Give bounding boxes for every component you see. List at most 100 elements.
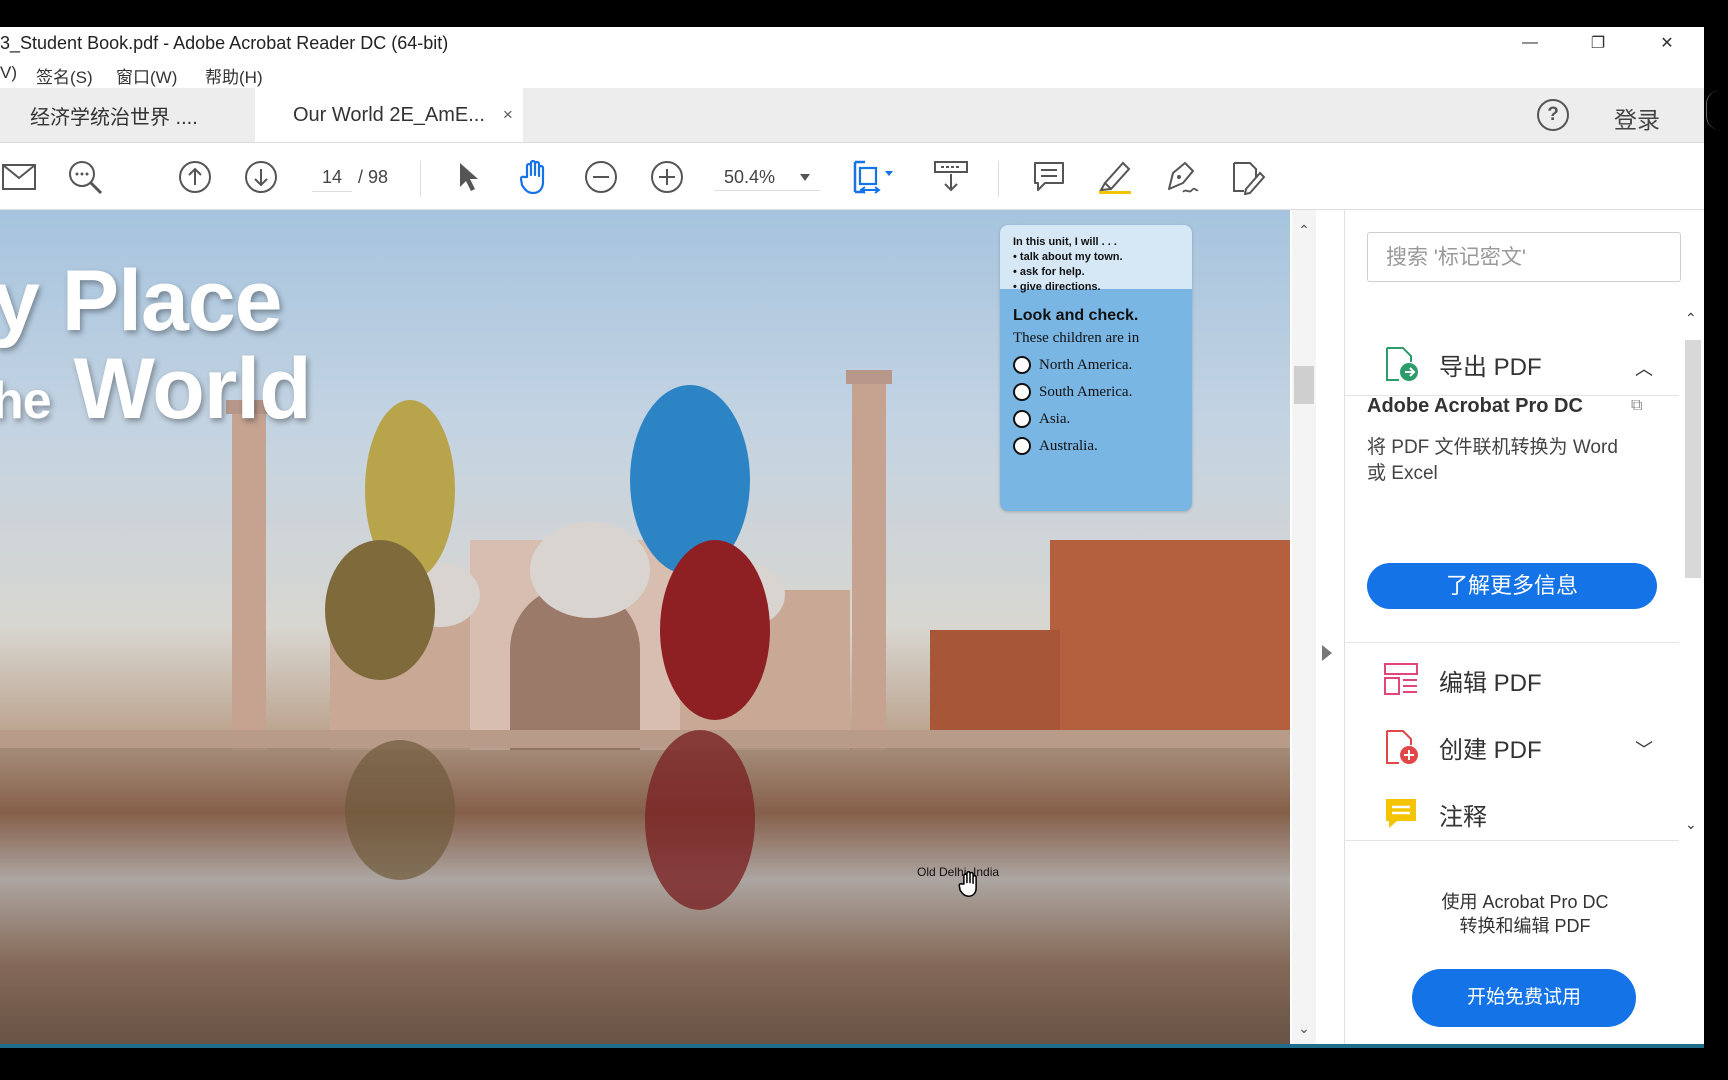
- tool-label: 创建 PDF: [1439, 736, 1542, 764]
- zoom-in-icon[interactable]: [648, 159, 686, 195]
- unit-intro: In this unit, I will . . .: [1013, 236, 1117, 248]
- pane-scrollbar[interactable]: ⌃: [1679, 310, 1704, 760]
- fill-sign-icon[interactable]: [1228, 159, 1266, 195]
- collapse-pane-icon[interactable]: [1322, 645, 1332, 661]
- fit-page-icon[interactable]: [850, 159, 900, 195]
- zoom-dropdown[interactable]: 50.4%: [714, 163, 820, 191]
- option-south-america[interactable]: South America.: [1013, 383, 1192, 401]
- tab-label: Our World 2E_AmE...: [293, 103, 485, 126]
- close-window-button[interactable]: ✕: [1637, 27, 1697, 59]
- draw-icon[interactable]: [1162, 159, 1200, 195]
- desktop-edge: [1704, 0, 1728, 1080]
- document-scrollbar[interactable]: ⌃ ⌄: [1292, 210, 1316, 1047]
- tool-export-pdf[interactable]: 导出 PDF ︿: [1345, 333, 1679, 396]
- edit-pdf-icon: [1383, 662, 1419, 698]
- hand-cursor-icon: [957, 870, 983, 905]
- scroll-thumb[interactable]: [1294, 366, 1314, 404]
- next-page-icon[interactable]: [242, 159, 280, 195]
- promo-description: 将 PDF 文件联机转换为 Word 或 Excel: [1367, 437, 1618, 484]
- unit-goals-box: In this unit, I will . . . • talk about …: [1000, 225, 1192, 511]
- comment-icon[interactable]: [1030, 159, 1068, 195]
- heading-big-word: World: [73, 341, 312, 437]
- scroll-up-icon[interactable]: ⌃: [1296, 222, 1312, 238]
- unit-goal: • ask for help.: [1013, 266, 1085, 278]
- create-pdf-icon: [1383, 729, 1419, 765]
- heading-small-word: he: [0, 372, 52, 430]
- unit-goal: • give directions.: [1013, 281, 1101, 293]
- minimize-button[interactable]: —: [1500, 27, 1560, 59]
- page-total: / 98: [358, 167, 389, 187]
- menu-sign[interactable]: 签名(S): [36, 63, 93, 88]
- look-prompt: These children are in: [1013, 330, 1140, 346]
- tool-create-pdf[interactable]: 创建 PDF ﹀: [1345, 716, 1679, 778]
- tool-edit-pdf[interactable]: 编辑 PDF: [1345, 649, 1679, 711]
- tab-label: 经济学统治世界 ....: [30, 106, 198, 129]
- acrobat-pro-note: 使用 Acrobat Pro DC 转换和编辑 PDF: [1345, 890, 1704, 938]
- find-icon[interactable]: [66, 159, 104, 195]
- note-line2: 转换和编辑 PDF: [1459, 916, 1591, 936]
- tab-close-icon[interactable]: ×: [503, 105, 513, 125]
- pane-scroll-thumb[interactable]: [1685, 340, 1701, 578]
- learn-more-button[interactable]: 了解更多信息: [1367, 563, 1657, 609]
- zoom-out-icon[interactable]: [582, 159, 620, 195]
- page-heading-line2: he World: [0, 340, 312, 439]
- promo-title: Adobe Acrobat Pro DC: [1367, 395, 1583, 417]
- tool-label: 注释: [1439, 803, 1487, 831]
- document-viewer[interactable]: y Place he World In this unit, I will . …: [0, 210, 1290, 1047]
- restore-button[interactable]: ❐: [1568, 27, 1628, 59]
- option-north-america[interactable]: North America.: [1013, 356, 1192, 374]
- option-asia[interactable]: Asia.: [1013, 410, 1192, 428]
- chevron-up-icon[interactable]: ︿: [1635, 355, 1653, 381]
- window-title: 3_Student Book.pdf - Adobe Acrobat Reade…: [0, 33, 449, 53]
- menu-bar: V) 签名(S) 窗口(W) 帮助(H): [0, 59, 1704, 87]
- zoom-value: 50.4%: [724, 167, 776, 187]
- chevron-down-icon: [800, 174, 810, 181]
- previous-page-icon[interactable]: [176, 159, 214, 195]
- taskbar-edge: [0, 1044, 1704, 1048]
- select-pointer-icon[interactable]: [450, 159, 488, 195]
- tab-economics[interactable]: 经济学统治世界 ....: [0, 88, 255, 142]
- unit-goal: • talk about my town.: [1013, 251, 1123, 263]
- menu-help[interactable]: 帮助(H): [205, 63, 263, 88]
- tool-comment[interactable]: 注释: [1345, 783, 1679, 845]
- scroll-mode-icon[interactable]: [932, 159, 970, 195]
- login-link[interactable]: 登录: [1614, 101, 1660, 135]
- free-trial-button[interactable]: 开始免费试用: [1412, 969, 1636, 1027]
- toolbar: 14 / 98 50.4%: [0, 143, 1704, 210]
- pane-divider: [1345, 840, 1679, 841]
- toolbar-divider: [420, 161, 421, 197]
- menu-window[interactable]: 窗口(W): [116, 63, 177, 88]
- note-line1: 使用 Acrobat Pro DC: [1441, 892, 1609, 912]
- pane-scroll-down-icon[interactable]: ⌄: [1685, 816, 1697, 833]
- title-bar: 3_Student Book.pdf - Adobe Acrobat Reade…: [0, 27, 1704, 59]
- help-icon[interactable]: ?: [1537, 99, 1569, 131]
- radio-circle-icon: [1013, 383, 1031, 401]
- scroll-up-icon[interactable]: ⌃: [1685, 310, 1697, 327]
- page-number-input[interactable]: 14: [312, 163, 352, 192]
- toolbar-divider: [998, 161, 999, 197]
- chevron-down-icon[interactable]: ﹀: [1635, 736, 1653, 762]
- radio-circle-icon: [1013, 437, 1031, 455]
- tool-label: 导出 PDF: [1439, 353, 1542, 381]
- menu-view[interactable]: V): [0, 63, 17, 83]
- hand-tool-icon[interactable]: [516, 159, 554, 195]
- radio-circle-icon: [1013, 356, 1031, 374]
- option-australia[interactable]: Australia.: [1013, 437, 1192, 455]
- highlight-icon[interactable]: [1096, 159, 1134, 195]
- acrobat-window: 3_Student Book.pdf - Adobe Acrobat Reade…: [0, 27, 1704, 1047]
- tools-pane: 搜索 '标记密文' 导出 PDF ︿ Adobe Acrobat Pro DC …: [1344, 210, 1704, 1047]
- export-pdf-icon: [1383, 346, 1419, 382]
- tab-our-world[interactable]: Our World 2E_AmE... ×: [255, 88, 523, 142]
- tab-bar: 经济学统治世界 .... Our World 2E_AmE... × ? 登录: [0, 88, 1704, 143]
- pane-search-input[interactable]: 搜索 '标记密文': [1367, 232, 1681, 282]
- copy-icon[interactable]: ⧉: [1631, 397, 1642, 415]
- comment-pane-icon: [1383, 796, 1419, 832]
- look-and-check-title: Look and check.: [1013, 307, 1139, 324]
- unit-goals-header: In this unit, I will . . . • talk about …: [1000, 225, 1192, 293]
- scroll-down-icon[interactable]: ⌄: [1296, 1020, 1312, 1036]
- page-photo: y Place he World In this unit, I will . …: [0, 210, 1290, 1047]
- pane-divider: [1345, 642, 1679, 643]
- tool-label: 编辑 PDF: [1439, 669, 1542, 697]
- page-heading-line1: y Place: [0, 253, 282, 349]
- email-icon[interactable]: [0, 159, 38, 195]
